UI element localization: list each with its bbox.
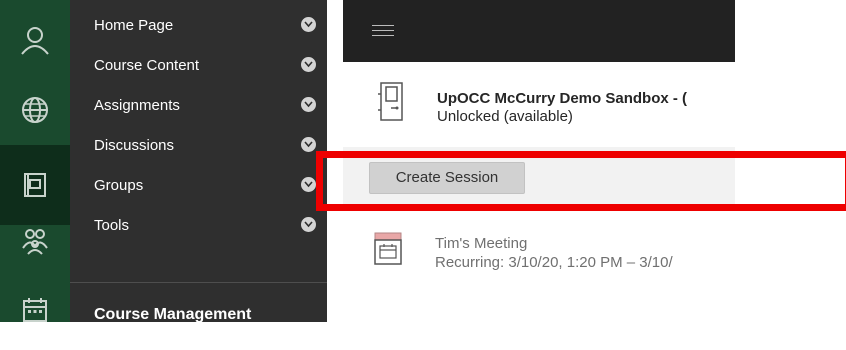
chevron-down-icon[interactable]	[301, 57, 316, 72]
menu-item-course-content[interactable]: Course Content	[70, 46, 327, 86]
content-topbar	[343, 0, 735, 62]
chevron-down-icon[interactable]	[301, 217, 316, 232]
chevron-down-icon[interactable]	[301, 97, 316, 112]
highlight-box	[316, 151, 846, 211]
menu-item-label: Home Page	[94, 17, 174, 34]
hamburger-menu-icon[interactable]	[372, 25, 394, 37]
chevron-down-icon[interactable]	[301, 177, 316, 192]
course-management-heading[interactable]: Course Management	[94, 306, 251, 324]
menu-divider	[70, 282, 327, 283]
course-room-title[interactable]: UpOCC McCurry Demo Sandbox - (	[437, 90, 687, 107]
globe-icon	[22, 97, 48, 123]
calendar-icon	[23, 298, 47, 322]
menu-item-tools[interactable]: Tools	[70, 206, 327, 246]
calendar-nav[interactable]	[0, 270, 70, 350]
menu-item-label: Assignments	[94, 97, 180, 114]
menu-item-assignments[interactable]: Assignments	[70, 86, 327, 126]
profile-nav[interactable]	[0, 0, 70, 80]
courses-icon	[24, 173, 46, 197]
menu-item-discussions[interactable]: Discussions	[70, 126, 327, 166]
session-recurrence: Recurring: 3/10/20, 1:20 PM – 3/10/	[435, 254, 673, 271]
session-calendar-icon	[374, 232, 402, 265]
menu-item-label: Discussions	[94, 137, 175, 154]
room-door-icon	[378, 82, 403, 121]
chevron-down-icon[interactable]	[301, 137, 316, 152]
global-nav-rail	[0, 0, 70, 322]
chevron-down-icon[interactable]	[301, 17, 316, 32]
groups-icon	[22, 229, 48, 255]
menu-item-label: Course Content	[94, 57, 200, 74]
session-title[interactable]: Tim's Meeting	[435, 235, 527, 252]
menu-item-label: Groups	[94, 177, 144, 194]
menu-item-home-page[interactable]: Home Page	[70, 6, 327, 46]
user-icon	[21, 27, 49, 55]
course-menu: Home Page Course Content Assignments Dis…	[70, 0, 327, 324]
institution-nav[interactable]	[0, 70, 70, 150]
menu-item-groups[interactable]: Groups	[70, 166, 327, 206]
menu-item-label: Tools	[94, 217, 130, 234]
organizations-nav[interactable]	[0, 200, 70, 280]
room-status: Unlocked (available)	[437, 108, 573, 125]
